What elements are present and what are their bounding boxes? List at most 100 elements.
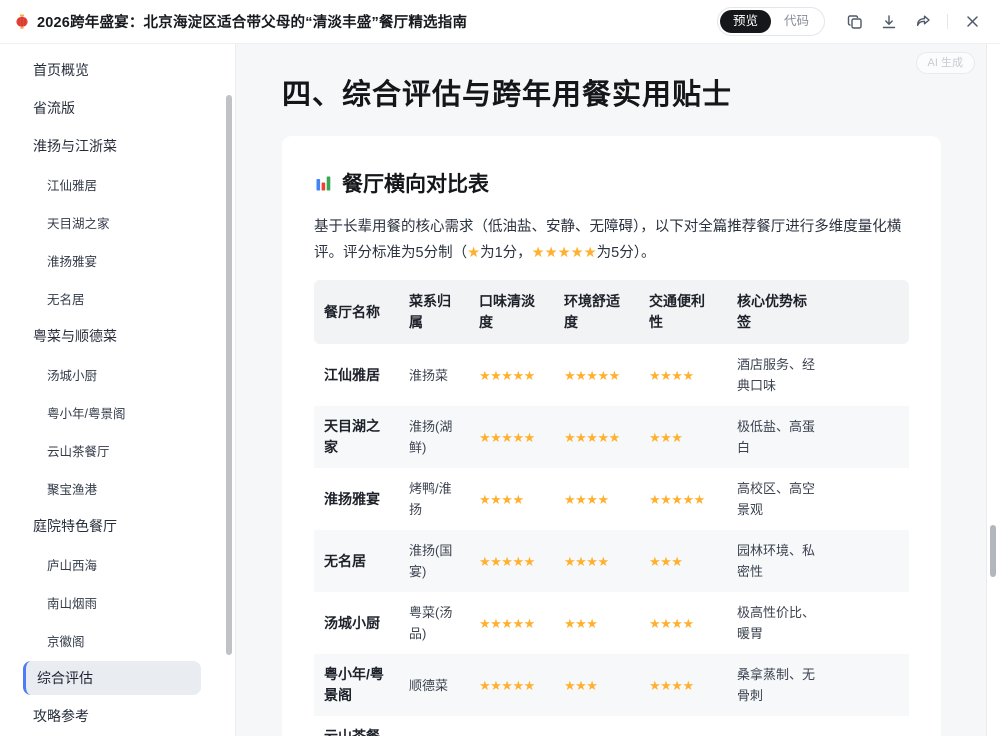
sidebar-scrollbar-thumb[interactable] — [226, 95, 232, 655]
intro-text: 为1分， — [480, 245, 532, 261]
share-icon[interactable] — [909, 8, 937, 36]
column-header: 口味清淡度 — [469, 280, 554, 344]
sidebar-item[interactable]: 南山烟雨 — [0, 583, 235, 621]
rating-stars: ★★★★★ — [479, 430, 535, 445]
rating-stars: ★★★★★ — [479, 678, 535, 693]
tags-cell: 高校区、高空景观 — [727, 468, 909, 530]
environment-rating-cell: ★★★ — [554, 592, 639, 654]
rating-stars: ★★★ — [564, 678, 597, 693]
cuisine-cell: 淮扬菜 — [399, 344, 469, 406]
tags-cell — [727, 716, 909, 736]
restaurant-name-cell: 无名居 — [314, 530, 399, 592]
taste-rating-cell: ★★★★ — [469, 468, 554, 530]
cuisine-cell: 淮扬(国宴) — [399, 530, 469, 592]
comparison-card: 餐厅横向对比表 基于长辈用餐的核心需求（低油盐、安静、无障碍），以下对全篇推荐餐… — [282, 136, 941, 736]
environment-rating-cell: ★★★★ — [554, 468, 639, 530]
taste-rating-cell: ★★★★★ — [469, 406, 554, 468]
comparison-table: 餐厅名称菜系归属口味清淡度环境舒适度交通便利性核心优势标签 江仙雅居淮扬菜★★★… — [314, 280, 909, 736]
transport-rating-cell: ★★★ — [639, 406, 727, 468]
code-tab[interactable]: 代码 — [771, 10, 822, 33]
table-row: 汤城小厨粤菜(汤品)★★★★★★★★★★★★极高性价比、暖胃 — [314, 592, 909, 654]
sidebar: 首页概览省流版淮扬与江浙菜江仙雅居天目湖之家淮扬雅宴无名居粤菜与顺德菜汤城小厨粤… — [0, 44, 236, 736]
sidebar-item[interactable]: 江仙雅居 — [0, 165, 235, 203]
sidebar-item[interactable]: 汤城小厨 — [0, 355, 235, 393]
view-mode-toggle[interactable]: 预览 代码 — [717, 7, 825, 36]
restaurant-name-cell: 淮扬雅宴 — [314, 468, 399, 530]
column-header: 餐厅名称 — [314, 280, 399, 344]
download-icon[interactable] — [875, 8, 903, 36]
cuisine-cell: 粤菜(汤品) — [399, 592, 469, 654]
environment-rating-cell: ★★★★★ — [554, 406, 639, 468]
sidebar-item[interactable]: 粤小年/粤景阁 — [0, 393, 235, 431]
close-icon[interactable] — [958, 8, 986, 36]
topbar-title-group: 2026跨年盛宴：北京海淀区适合带父母的“清淡丰盛”餐厅精选指南 — [14, 11, 467, 32]
cuisine-cell: 淮扬(湖鲜) — [399, 406, 469, 468]
table-row: 天目湖之家淮扬(湖鲜)★★★★★★★★★★★★★极低盐、高蛋白 — [314, 406, 909, 468]
table-row: 无名居淮扬(国宴)★★★★★★★★★★★★园林环境、私密性 — [314, 530, 909, 592]
column-header: 菜系归属 — [399, 280, 469, 344]
transport-rating-cell: ★★★★★ — [639, 468, 727, 530]
five-stars-icon: ★★★★★ — [532, 245, 597, 261]
document-title: 2026跨年盛宴：北京海淀区适合带父母的“清淡丰盛”餐厅精选指南 — [37, 11, 467, 32]
rating-stars: ★★★★★ — [479, 616, 535, 631]
environment-rating-cell — [554, 716, 639, 736]
sidebar-item[interactable]: 庐山西海 — [0, 545, 235, 583]
sidebar-item[interactable]: 攻略参考 — [0, 697, 235, 735]
section-heading: 四、综合评估与跨年用餐实用贴士 — [282, 76, 941, 114]
taste-rating-cell: ★★★★★ — [469, 530, 554, 592]
environment-rating-cell: ★★★★★ — [554, 344, 639, 406]
page-scrollbar-thumb[interactable] — [990, 525, 996, 577]
rating-stars: ★★★★★ — [649, 492, 705, 507]
sidebar-item[interactable]: 首页概览 — [0, 51, 235, 89]
table-row: 云山茶餐厅 — [314, 716, 909, 736]
page-scrollbar-track[interactable] — [986, 44, 1000, 736]
rating-stars: ★★★★★ — [564, 430, 620, 445]
sidebar-item[interactable]: 粤菜与顺德菜 — [0, 317, 235, 355]
transport-rating-cell: ★★★★ — [639, 654, 727, 716]
sidebar-item[interactable]: 京徽阁 — [0, 621, 235, 659]
bar-chart-icon — [314, 174, 333, 193]
sidebar-item[interactable]: 省流版 — [0, 89, 235, 127]
intro-paragraph: 基于长辈用餐的核心需求（低油盐、安静、无障碍），以下对全篇推荐餐厅进行多维度量化… — [314, 214, 909, 266]
card-title: 餐厅横向对比表 — [314, 168, 909, 198]
topbar: 2026跨年盛宴：北京海淀区适合带父母的“清淡丰盛”餐厅精选指南 预览 代码 — [0, 0, 1000, 44]
divider — [947, 14, 948, 29]
sidebar-outline: 首页概览省流版淮扬与江浙菜江仙雅居天目湖之家淮扬雅宴无名居粤菜与顺德菜汤城小厨粤… — [0, 51, 235, 735]
main-content: AI 生成 四、综合评估与跨年用餐实用贴士 餐厅横向对比表 基于长辈用餐的核心需… — [236, 44, 986, 736]
rating-stars: ★★★★★ — [479, 368, 535, 383]
lantern-icon — [14, 14, 30, 30]
rating-stars: ★★★ — [564, 616, 597, 631]
sidebar-item-active[interactable]: 综合评估 — [23, 661, 201, 695]
transport-rating-cell: ★★★★ — [639, 344, 727, 406]
environment-rating-cell: ★★★ — [554, 654, 639, 716]
rating-stars: ★★★ — [649, 554, 682, 569]
rating-stars: ★★★★★ — [564, 368, 620, 383]
restaurant-name-cell: 云山茶餐厅 — [314, 716, 399, 736]
sidebar-item[interactable]: 庭院特色餐厅 — [0, 507, 235, 545]
tags-cell: 极低盐、高蛋白 — [727, 406, 909, 468]
restaurant-name-cell: 天目湖之家 — [314, 406, 399, 468]
tags-cell: 酒店服务、经典口味 — [727, 344, 909, 406]
sidebar-item[interactable]: 淮扬雅宴 — [0, 241, 235, 279]
table-row: 淮扬雅宴烤鸭/淮扬★★★★★★★★★★★★★高校区、高空景观 — [314, 468, 909, 530]
restaurant-name-cell: 粤小年/粤景阁 — [314, 654, 399, 716]
sidebar-item[interactable]: 淮扬与江浙菜 — [0, 127, 235, 165]
sidebar-item[interactable]: 聚宝渔港 — [0, 469, 235, 507]
sidebar-item[interactable]: 无名居 — [0, 279, 235, 317]
table-row: 粤小年/粤景阁顺德菜★★★★★★★★★★★★桑拿蒸制、无骨刺 — [314, 654, 909, 716]
preview-tab[interactable]: 预览 — [720, 10, 771, 33]
column-header: 环境舒适度 — [554, 280, 639, 344]
tags-cell: 桑拿蒸制、无骨刺 — [727, 654, 909, 716]
taste-rating-cell: ★★★★★ — [469, 344, 554, 406]
transport-rating-cell: ★★★ — [639, 530, 727, 592]
sidebar-item[interactable]: 天目湖之家 — [0, 203, 235, 241]
sidebar-item[interactable]: 云山茶餐厅 — [0, 431, 235, 469]
star-icon: ★ — [467, 245, 480, 261]
ai-generated-badge: AI 生成 — [916, 52, 975, 74]
taste-rating-cell — [469, 716, 554, 736]
table-header-row: 餐厅名称菜系归属口味清淡度环境舒适度交通便利性核心优势标签 — [314, 280, 909, 344]
rating-stars: ★★★★ — [649, 368, 694, 383]
copy-icon[interactable] — [841, 8, 869, 36]
rating-stars: ★★★★ — [564, 492, 609, 507]
restaurant-name-cell: 汤城小厨 — [314, 592, 399, 654]
